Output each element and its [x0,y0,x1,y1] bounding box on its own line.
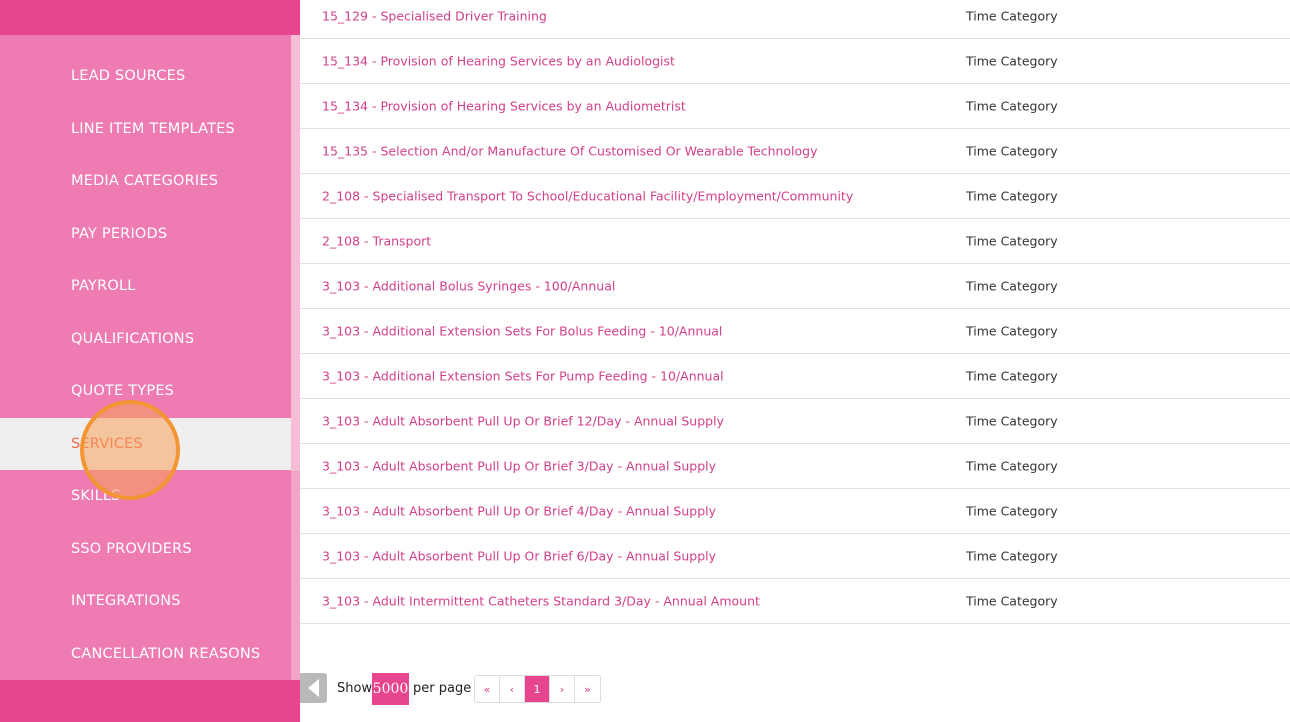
service-category: Time Category [966,413,1058,429]
first-page-button[interactable]: « [475,676,500,702]
sidebar-item-sso-providers[interactable]: SSO PROVIDERS [0,523,291,575]
table-row[interactable]: 3_103 - Adult Absorbent Pull Up Or Brief… [300,534,1290,579]
sidebar-header [0,0,300,35]
table-row[interactable]: 3_103 - Additional Extension Sets For Bo… [300,309,1290,354]
collapse-sidebar-button[interactable] [300,673,327,703]
sidebar-item-label: INTEGRATIONS [71,593,181,609]
service-name-link[interactable]: 3_103 - Adult Absorbent Pull Up Or Brief… [322,549,716,564]
service-category: Time Category [966,503,1058,519]
sidebar-item-media-categories[interactable]: MEDIA CATEGORIES [0,155,291,207]
service-category: Time Category [966,593,1058,609]
service-name-link[interactable]: 15_135 - Selection And/or Manufacture Of… [322,144,818,159]
next-page-button[interactable]: › [550,676,575,702]
table-row[interactable]: 3_103 - Adult Absorbent Pull Up Or Brief… [300,489,1290,534]
table-row[interactable]: 3_103 - Additional Extension Sets For Pu… [300,354,1290,399]
service-category: Time Category [966,548,1058,564]
service-name-link[interactable]: 15_134 - Provision of Hearing Services b… [322,54,675,69]
table-row[interactable]: 2_108 - Specialised Transport To School/… [300,174,1290,219]
table-row[interactable]: 15_134 - Provision of Hearing Services b… [300,84,1290,129]
sidebar-item-lead-sources[interactable]: LEAD SOURCES [0,50,291,102]
sidebar-item-label: MEDIA CATEGORIES [71,173,219,189]
service-category: Time Category [966,323,1058,339]
service-category: Time Category [966,278,1058,294]
sidebar-footer [0,680,300,722]
service-name-link[interactable]: 15_134 - Provision of Hearing Services b… [322,99,686,114]
per-page-select[interactable]: 5000 [372,673,409,705]
service-name-link[interactable]: 3_103 - Adult Absorbent Pull Up Or Brief… [322,414,724,429]
table-row[interactable]: 3_103 - Adult Intermittent Catheters Sta… [300,579,1290,624]
sidebar-item-payroll[interactable]: PAYROLL [0,260,291,312]
pagination: « ‹ 1 › » [474,675,601,703]
sidebar-item-label: SSO PROVIDERS [71,541,192,557]
service-name-link[interactable]: 3_103 - Adult Absorbent Pull Up Or Brief… [322,504,716,519]
table-row[interactable]: 15_129 - Specialised Driver Training Time… [300,0,1290,39]
sidebar-item-label: QUALIFICATIONS [71,331,195,347]
sidebar-item-qualifications[interactable]: QUALIFICATIONS [0,313,291,365]
sidebar-item-integrations[interactable]: INTEGRATIONS [0,575,291,627]
table-row[interactable]: 15_134 - Provision of Hearing Services b… [300,39,1290,84]
service-name-link[interactable]: 3_103 - Additional Extension Sets For Pu… [322,369,724,384]
service-name-link[interactable]: 15_129 - Specialised Driver Training [322,9,547,24]
service-category: Time Category [966,188,1058,204]
service-name-link[interactable]: 3_103 - Additional Bolus Syringes - 100/… [322,279,615,294]
per-page-label: per page [413,681,472,696]
table-row[interactable]: 15_135 - Selection And/or Manufacture Of… [300,129,1290,174]
collapse-sidebar-icon [308,679,319,697]
sidebar-item-line-item-templates[interactable]: LINE ITEM TEMPLATES [0,103,291,155]
sidebar-item-label: PAY PERIODS [71,226,168,242]
sidebar-item-pay-periods[interactable]: PAY PERIODS [0,208,291,260]
service-name-link[interactable]: 2_108 - Transport [322,234,431,249]
sidebar-item-label: PAYROLL [71,278,136,294]
service-category: Time Category [966,98,1058,114]
service-category: Time Category [966,143,1058,159]
service-category: Time Category [966,53,1058,69]
previous-page-button[interactable]: ‹ [500,676,525,702]
sidebar-item-label: SKILLS [71,488,121,504]
service-name-link[interactable]: 3_103 - Adult Intermittent Catheters Sta… [322,594,760,609]
service-category: Time Category [966,368,1058,384]
service-name-link[interactable]: 2_108 - Specialised Transport To School/… [322,189,853,204]
sidebar-item-skills[interactable]: SKILLS [0,470,291,522]
last-page-button[interactable]: » [575,676,600,702]
sidebar-item-label: LEAD SOURCES [71,68,186,84]
table-row[interactable]: 2_108 - Transport Time Category [300,219,1290,264]
sidebar-item-label: LINE ITEM TEMPLATES [71,121,235,137]
table-row[interactable]: 3_103 - Additional Bolus Syringes - 100/… [300,264,1290,309]
sidebar-item-quote-types[interactable]: QUOTE TYPES [0,365,291,417]
show-label: Show [337,681,373,696]
service-name-link[interactable]: 3_103 - Adult Absorbent Pull Up Or Brief… [322,459,716,474]
sidebar-item-label: QUOTE TYPES [71,383,175,399]
service-category: Time Category [966,233,1058,249]
sidebar-item-cancellation-reasons[interactable]: CANCELLATION REASONS [0,628,291,680]
sidebar-item-services[interactable]: SERVICES [0,418,291,470]
current-page-button[interactable]: 1 [525,676,550,702]
sidebar-scrollbar-thumb[interactable] [291,35,300,471]
service-category: Time Category [966,8,1058,24]
service-name-link[interactable]: 3_103 - Additional Extension Sets For Bo… [322,324,722,339]
service-category: Time Category [966,458,1058,474]
table-row[interactable]: 3_103 - Adult Absorbent Pull Up Or Brief… [300,444,1290,489]
table-row[interactable]: 3_103 - Adult Absorbent Pull Up Or Brief… [300,399,1290,444]
sidebar-item-label: SERVICES [71,436,143,452]
sidebar-item-label: CANCELLATION REASONS [71,646,261,662]
